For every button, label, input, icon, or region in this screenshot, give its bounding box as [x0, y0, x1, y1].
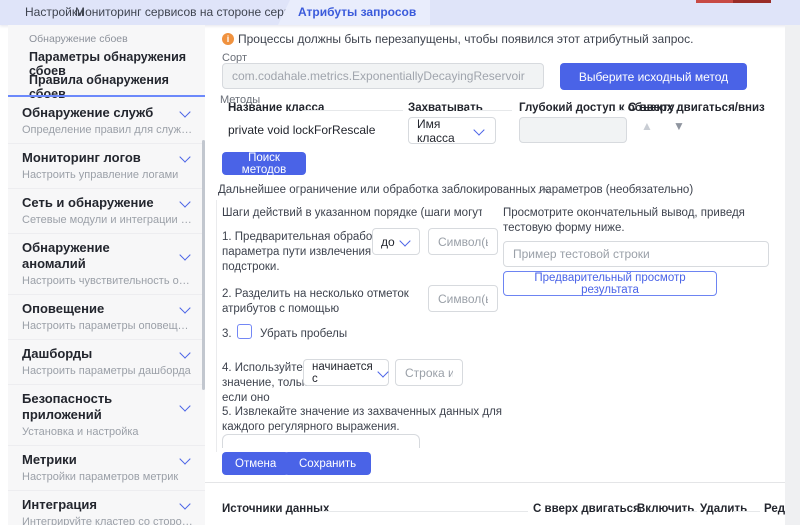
search-methods-button[interactable]: Поиск методов [222, 152, 306, 175]
sidebar-group-label: Обнаружение сбоев [29, 33, 128, 45]
tab-request-attributes-label: Атрибуты запросов [298, 0, 430, 25]
chevron-down-icon [179, 196, 190, 207]
sidebar-item-title: Мониторинг логов [22, 150, 141, 166]
cancel-button[interactable]: Отмена [222, 452, 289, 475]
sidebar-item-alerting[interactable]: Оповещение Настроить параметры оповещени… [8, 294, 205, 339]
column-header-move-up-down: С вверх двигаться/вниз [628, 102, 768, 114]
sidebar-item-subtitle: Сетевые модули и интеграции Едино... [22, 213, 193, 227]
sidebar-item-title: Дашборды [22, 346, 92, 362]
sidebar-item-network-discovery[interactable]: Сеть и обнаружение Сетевые модули и инте… [8, 188, 205, 233]
sidebar-item-subtitle: Интегрируйте кластер со сторонним... [22, 515, 193, 525]
chevron-down-icon [473, 124, 484, 135]
chevron-down-icon [179, 453, 190, 464]
footer-ruler [320, 511, 528, 512]
save-button[interactable]: Сохранить [284, 452, 371, 475]
step5-label: 5. Извлекайте значение из захваченных да… [222, 405, 542, 435]
sidebar-item-title: Интеграция [22, 497, 97, 513]
footer-ruler [681, 511, 697, 512]
step3-label: Убрать пробелы [260, 327, 347, 342]
sidebar-item-title: Обнаружение служб [22, 105, 153, 121]
tab-server-side-monitoring[interactable]: Мониторинг сервисов на стороне сервера [75, 0, 310, 25]
sidebar-item-dashboards[interactable]: Дашборды Настроить параметры дашборда [8, 339, 205, 384]
sidebar-item-title: Безопасность приложений [22, 391, 175, 423]
source-class-input[interactable] [222, 63, 544, 89]
tab-request-attributes[interactable]: Атрибуты запросов [278, 0, 430, 25]
trim-spaces-checkbox[interactable] [237, 324, 252, 339]
sidebar-item-service-discovery[interactable]: Обнаружение служб Определение правил для… [8, 99, 205, 143]
header-ruler [468, 110, 512, 111]
step5-regex-input[interactable] [222, 434, 420, 448]
footer-ruler [733, 511, 760, 512]
sidebar-item-subtitle: Настроить чувствительность обнару... [22, 274, 193, 288]
info-icon: i [222, 33, 234, 45]
footer-header-delete: Удалить [700, 503, 747, 515]
chevron-down-icon [179, 151, 190, 162]
step1-label: 1. Предварительная обработка параметра п… [222, 230, 392, 275]
sidebar-scrollbar-thumb[interactable] [202, 140, 205, 390]
sidebar-item-title: Оповещение [22, 301, 104, 317]
capture-select[interactable]: Имя класса [408, 117, 496, 144]
sidebar-item-integration[interactable]: Интеграция Интегрируйте кластер со сторо… [8, 490, 205, 525]
settings-sidebar: Обнаружение сбоев Параметры обнаружения … [8, 25, 205, 525]
deep-access-input[interactable] [519, 117, 627, 143]
column-header-capture: Захватывать [408, 102, 483, 114]
step2-label: 2. Разделить на несколько отметок атрибу… [222, 287, 412, 317]
step2-split-input[interactable] [428, 285, 498, 312]
capture-select-value: Имя класса [417, 117, 469, 145]
advanced-section-title: Дальнейшее ограничение или обработка заб… [218, 183, 693, 198]
move-up-icon[interactable]: ▲ [641, 120, 653, 132]
chevron-down-icon [179, 249, 190, 260]
page-scrollbar-track[interactable] [785, 25, 800, 525]
chevron-down-icon [179, 400, 190, 411]
preview-result-button[interactable]: Предварительный просмотр результата [503, 271, 717, 296]
sidebar-item-subtitle: Настроить параметры дашборда [22, 364, 193, 378]
method-class-name: private void lockForRescale [228, 123, 375, 137]
request-attributes-settings-page: Настройки Мониторинг сервисов на стороне… [0, 0, 800, 525]
bottom-divider [205, 482, 800, 483]
step3-number: 3. [222, 327, 232, 342]
step1-chars-input[interactable] [428, 228, 498, 255]
sidebar-item-title: Сеть и обнаружение [22, 195, 154, 211]
step1-select-value: до [381, 235, 395, 249]
sidebar-item-log-monitoring[interactable]: Мониторинг логов Настроить управление ло… [8, 143, 205, 188]
steps-panel-border [216, 200, 217, 452]
step4-select[interactable]: начинается с [303, 359, 389, 386]
step4-condition-input[interactable] [395, 359, 463, 386]
footer-header-enable: Включить [637, 503, 694, 515]
footer-header-move: С вверх двигаться/вниз [533, 503, 641, 515]
step1-select[interactable]: до [372, 228, 420, 255]
chevron-down-icon [179, 302, 190, 313]
step4-select-value: начинается с [312, 361, 373, 385]
sidebar-divider [8, 95, 205, 97]
chevron-down-icon [179, 347, 190, 358]
header-ruler [303, 110, 403, 111]
preview-heading: Просмотрите окончательный вывод, приведя… [503, 206, 771, 236]
sidebar-item-subtitle: Установка и настройка [22, 425, 193, 439]
header-ruler [617, 110, 625, 111]
select-source-method-button[interactable]: Выберите исходный метод [560, 63, 747, 90]
test-string-input[interactable] [503, 241, 769, 267]
window-control-fragment-right [733, 0, 771, 3]
steps-heading: Шаги действий в указанном порядке (шаги … [222, 206, 482, 221]
sidebar-item-title: Обнаружение аномалий [22, 240, 175, 272]
column-header-class-name: Название класса [228, 102, 324, 114]
sidebar-item-subtitle: Настроить параметры оповещений [22, 319, 193, 333]
sidebar-item-app-security[interactable]: Безопасность приложений Установка и наст… [8, 384, 205, 445]
sidebar-item-title: Метрики [22, 452, 77, 468]
chevron-down-icon [179, 498, 190, 509]
sidebar-item-subtitle: Определение правил для служб и span [22, 123, 193, 137]
chevron-down-icon [377, 366, 388, 377]
sidebar-item-metrics[interactable]: Метрики Настройки параметров метрик [8, 445, 205, 490]
chevron-down-icon [399, 235, 410, 246]
sidebar-item-subtitle: Настройки параметров метрик [22, 470, 193, 484]
window-control-fragment-left [696, 0, 733, 3]
sidebar-item-anomaly-detection[interactable]: Обнаружение аномалий Настроить чувствите… [8, 233, 205, 294]
sidebar-item-subtitle: Настроить управление логами [22, 168, 193, 182]
move-down-icon[interactable]: ▼ [673, 120, 685, 132]
restart-notice: Процессы должны быть перезапущены, чтобы… [238, 32, 693, 46]
footer-header-data-sources: Источники данных [222, 503, 329, 515]
chevron-down-icon [179, 106, 190, 117]
